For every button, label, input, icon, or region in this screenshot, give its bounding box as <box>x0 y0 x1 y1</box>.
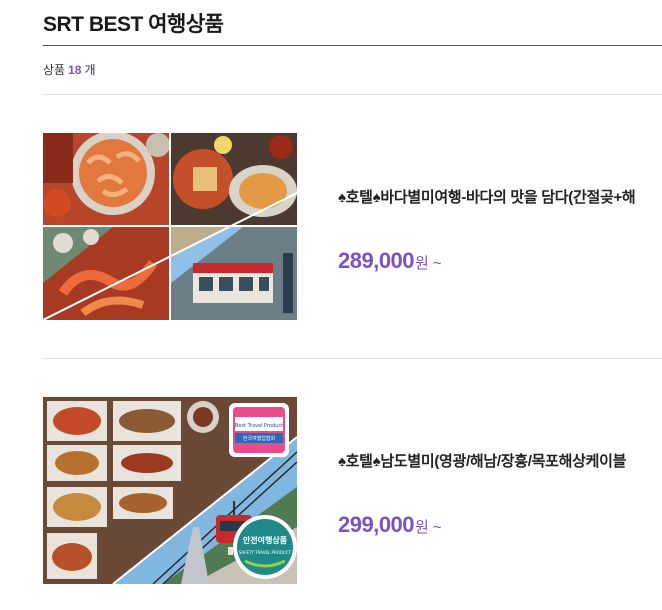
product-thumbnail[interactable]: Best Travel Product 한국여행업협회 안전여행상품 SAFET… <box>43 397 297 584</box>
price-suffix: ~ <box>432 519 442 536</box>
price-suffix: ~ <box>432 255 442 272</box>
product-price: 299,000원 ~ <box>338 512 442 538</box>
badge-top-line2: 한국여행업협회 <box>243 435 275 442</box>
badge-top-line1: Best Travel Product <box>235 423 283 429</box>
seafood-collage-image <box>43 133 297 320</box>
count-value: 18 <box>68 63 82 77</box>
namdo-food-cablecar-image: Best Travel Product 한국여행업협회 안전여행상품 SAFET… <box>43 397 297 584</box>
safety-product-badge: 안전여행상품 SAFETY TRAVEL PRODUCT <box>233 515 297 579</box>
product-name[interactable]: ♠호텔♠바다별미여행-바다의 맛을 담다(간절곶+해 <box>338 186 662 207</box>
product-count: 상품 18 개 <box>43 61 96 78</box>
price-currency: 원 <box>415 255 429 272</box>
product-card[interactable]: ♠호텔♠바다별미여행-바다의 맛을 담다(간절곶+해 289,000원 ~ <box>43 133 662 320</box>
product-name[interactable]: ♠호텔♠남도별미(영광/해남/장흥/목포해상케이블 <box>338 450 662 471</box>
product-list-page: SRT BEST 여행상품 상품 18 개 ♠호텔♠바다별미여행-바다의 맛을 … <box>0 0 662 610</box>
price-currency: 원 <box>415 519 429 536</box>
badge-bottom-line2: SAFETY TRAVEL PRODUCT <box>239 550 292 555</box>
price-amount: 289,000 <box>338 248 415 273</box>
product-divider <box>43 358 662 359</box>
product-card[interactable]: Best Travel Product 한국여행업협회 안전여행상품 SAFET… <box>43 397 662 584</box>
travel-award-badge: Best Travel Product 한국여행업협회 <box>229 403 289 457</box>
count-suffix: 개 <box>84 63 96 77</box>
badge-bottom-line1: 안전여행상품 <box>243 535 288 545</box>
product-price: 289,000원 ~ <box>338 248 442 274</box>
count-prefix: 상품 <box>43 63 66 77</box>
title-divider <box>43 45 662 46</box>
product-thumbnail[interactable] <box>43 133 297 320</box>
price-amount: 299,000 <box>338 512 415 537</box>
count-divider <box>43 94 662 95</box>
section-title: SRT BEST 여행상품 <box>43 13 224 36</box>
